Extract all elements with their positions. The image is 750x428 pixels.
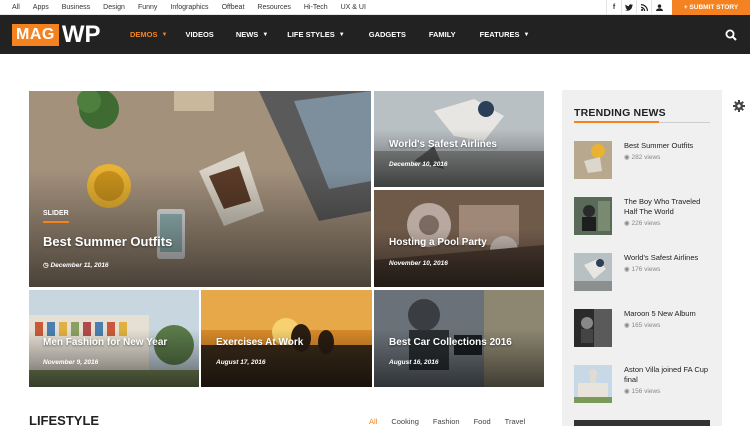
gear-icon[interactable] [733,99,747,113]
category-link-infographics[interactable]: Infographics [170,4,208,11]
trending-views: ◉ 156 views [624,388,661,395]
rss-icon[interactable] [636,0,651,15]
featured-tile-date: August 16, 2016 [389,359,439,366]
category-link-design[interactable]: Design [103,4,125,11]
trending-item[interactable]: Best Summer Outfits ◉ 282 views [574,141,714,183]
trending-views: ◉ 226 views [624,220,661,227]
trending-thumbnail[interactable] [574,309,612,347]
facebook-icon[interactable]: f [606,0,621,15]
trending-thumbnail[interactable] [574,253,612,291]
chevron-down-icon: ▼ [338,31,345,38]
featured-tile-date: November 10, 2016 [389,260,448,267]
featured-tile-exercises[interactable]: Exercises At Work August 17, 2016 [201,290,372,387]
lifestyle-filters: All Cooking Fashion Food Travel [369,417,539,426]
trending-thumbnail[interactable] [574,197,612,235]
trending-item[interactable]: World's Safest Airlines ◉ 176 views [574,253,714,295]
user-icon[interactable] [651,0,666,15]
featured-tile-date: August 17, 2016 [216,359,266,366]
trending-views: ◉ 282 views [624,154,661,161]
search-icon[interactable] [725,28,739,42]
filter-food[interactable]: Food [474,417,491,426]
category-link-funny[interactable]: Funny [138,4,157,11]
featured-tile-airlines[interactable]: World's Safest Airlines December 10, 201… [374,91,544,187]
featured-tile-date: December 10, 2016 [389,161,448,168]
nav-item-news[interactable]: NEWS ▼ [236,30,268,39]
featured-tile-car-collections[interactable]: Best Car Collections 2016 August 16, 201… [374,290,544,387]
filter-all[interactable]: All [369,417,377,426]
logo-mag: MAG [12,24,59,46]
slider-badge: SLIDER [43,210,69,217]
nav-item-gadgets[interactable]: GADGETS [369,30,406,39]
site-logo[interactable]: MAG WP [12,23,101,47]
featured-main-tile[interactable]: SLIDER Best Summer Outfits ◷ December 11… [29,91,371,287]
trending-item[interactable]: Maroon 5 New Album ◉ 165 views [574,309,714,351]
featured-grid: SLIDER Best Summer Outfits ◷ December 11… [29,91,544,387]
submit-story-button[interactable]: + SUBMIT STORY [672,0,750,15]
featured-tile-title[interactable]: Men Fashion for New Year [43,337,167,348]
filter-cooking[interactable]: Cooking [391,417,419,426]
nav-item-family[interactable]: FAMILY [429,30,456,39]
featured-tile-men-fashion[interactable]: Men Fashion for New Year November 9, 201… [29,290,199,387]
trending-thumbnail[interactable] [574,365,612,403]
category-links: All Apps Business Design Funny Infograph… [12,4,379,11]
chevron-down-icon: ▼ [161,31,168,38]
main-menu: DEMOS ▼ VIDEOS NEWS ▼ LIFE STYLES ▼ GADGETS… [130,30,529,39]
trending-views: ◉ 165 views [624,322,661,329]
category-link-ux-ui[interactable]: UX & UI [341,4,366,11]
category-link-offbeat[interactable]: Offbeat [222,4,245,11]
social-links: f [606,0,666,15]
trending-title[interactable]: Maroon 5 New Album [624,309,712,319]
nav-item-demos[interactable]: DEMOS ▼ [130,30,167,39]
category-link-business[interactable]: Business [62,4,90,11]
chevron-down-icon: ▼ [262,31,269,38]
featured-tile-title[interactable]: Exercises At Work [216,337,303,348]
nav-item-features[interactable]: FEATURES ▼ [480,30,530,39]
trending-item[interactable]: The Boy Who Traveled Half The World ◉ 22… [574,197,714,239]
trending-title[interactable]: World's Safest Airlines [624,253,712,263]
trending-sidebar: TRENDING NEWS Best Summer Outfits ◉ 282 … [562,90,722,426]
featured-tile-title[interactable]: Best Car Collections 2016 [389,337,512,348]
trending-views: ◉ 176 views [624,266,661,273]
chevron-down-icon: ▼ [523,31,530,38]
heading-underline [574,121,659,123]
trending-title[interactable]: The Boy Who Traveled Half The World [624,197,712,217]
trending-item[interactable]: Aston Villa joined FA Cup final ◉ 156 vi… [574,365,714,407]
trending-title[interactable]: Aston Villa joined FA Cup final [624,365,712,385]
twitter-icon[interactable] [621,0,636,15]
featured-tile-pool-party[interactable]: Hosting a Pool Party November 10, 2016 [374,190,544,287]
featured-tile-title[interactable]: Hosting a Pool Party [389,237,487,248]
nav-item-videos[interactable]: VIDEOS [185,30,213,39]
category-link-hi-tech[interactable]: Hi-Tech [304,4,328,11]
featured-tile-date: November 9, 2016 [43,359,99,366]
category-link-all[interactable]: All [12,4,20,11]
category-link-apps[interactable]: Apps [33,4,49,11]
trending-heading: TRENDING NEWS [574,107,666,119]
trending-title[interactable]: Best Summer Outfits [624,141,712,151]
filter-fashion[interactable]: Fashion [433,417,460,426]
featured-tile-title[interactable]: World's Safest Airlines [389,139,497,150]
logo-wp: WP [61,21,101,48]
filter-travel[interactable]: Travel [505,417,526,426]
top-bar: All Apps Business Design Funny Infograph… [0,0,750,15]
featured-main-title[interactable]: Best Summer Outfits [43,234,172,249]
featured-main-date: ◷ December 11, 2016 [43,262,109,269]
category-link-resources[interactable]: Resources [257,4,290,11]
badge-underline [43,221,69,223]
nav-item-life-styles[interactable]: LIFE STYLES ▼ [287,30,344,39]
trending-thumbnail[interactable] [574,141,612,179]
